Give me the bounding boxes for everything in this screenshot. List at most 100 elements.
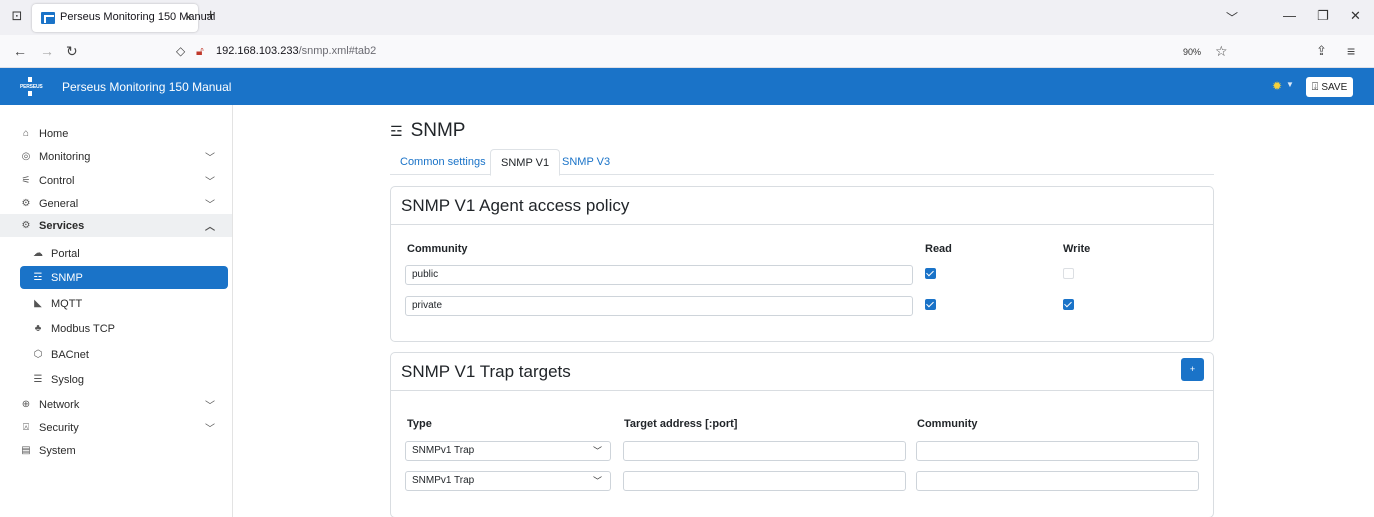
sidebar-item-services[interactable]: ⚙ Services ︿ bbox=[0, 214, 232, 237]
tab-snmp-v1[interactable]: SNMP V1 bbox=[490, 149, 561, 176]
page-title: ☲ SNMP bbox=[390, 120, 466, 141]
sidebar-item-syslog[interactable]: ☰ Syslog bbox=[0, 368, 232, 391]
snmp-icon: ☲ bbox=[33, 272, 43, 283]
system-icon: ▤ bbox=[21, 445, 31, 456]
save-button[interactable]: ⍗ SAVE bbox=[1306, 77, 1353, 97]
sidebar-item-modbus-tcp[interactable]: ♣ Modbus TCP bbox=[0, 317, 232, 340]
browser-tab[interactable]: Perseus Monitoring 150 Manual × bbox=[32, 4, 215, 32]
card-header: SNMP V1 Agent access policy bbox=[391, 187, 1213, 225]
sidebar-item-mqtt[interactable]: ◣ MQTT bbox=[0, 292, 232, 315]
cloud-icon: ☁ bbox=[33, 248, 43, 259]
column-header-community: Community bbox=[407, 243, 468, 255]
theme-caret-icon[interactable]: ▼ bbox=[1286, 80, 1294, 89]
trap-community-input[interactable] bbox=[916, 441, 1199, 461]
trap-community-input[interactable] bbox=[916, 471, 1199, 491]
target-address-input[interactable] bbox=[623, 441, 906, 461]
network-tree-icon: ♣ bbox=[34, 323, 42, 334]
column-header-community: Community bbox=[917, 418, 978, 430]
forward-icon[interactable]: → bbox=[40, 43, 54, 59]
app-title: Perseus Monitoring 150 Manual bbox=[62, 80, 232, 94]
card-title: SNMP V1 Trap targets bbox=[401, 362, 571, 381]
perseus-logo: PERSEUS bbox=[20, 77, 43, 96]
trap-targets-card: SNMP V1 Trap targets + Type Target addre… bbox=[390, 352, 1214, 517]
insecure-lock-icon[interactable]: 🔓︎ bbox=[196, 43, 204, 59]
close-tab-icon[interactable]: × bbox=[185, 10, 192, 24]
restore-icon[interactable]: ❐ bbox=[1317, 8, 1329, 24]
chevron-down-icon: ﹀ bbox=[205, 153, 215, 164]
hexagon-icon: ⬡ bbox=[33, 349, 43, 360]
agent-access-policy-card: SNMP V1 Agent access policy Community Re… bbox=[390, 186, 1214, 342]
list-all-tabs-icon[interactable]: ⊡ bbox=[10, 9, 24, 23]
chevron-up-icon: ︿ bbox=[205, 222, 215, 233]
community-input[interactable]: private bbox=[405, 296, 913, 316]
tab-list-chevron-icon[interactable]: ﹀ bbox=[1226, 9, 1238, 26]
sidebar-item-control[interactable]: ⚟ Control ﹀ bbox=[0, 169, 232, 192]
save-icon: ⍗ bbox=[1311, 80, 1319, 93]
column-header-write: Write bbox=[1063, 243, 1091, 255]
gear-icon: ⚙ bbox=[21, 198, 31, 209]
write-checkbox[interactable] bbox=[1063, 268, 1074, 279]
read-checkbox[interactable] bbox=[925, 299, 936, 310]
control-icon: ⚟ bbox=[21, 175, 31, 186]
sidebar-item-home[interactable]: ⌂ Home bbox=[0, 122, 232, 145]
zoom-level[interactable]: 90% bbox=[1183, 47, 1201, 57]
sidebar-item-monitoring[interactable]: ◎ Monitoring ﹀ bbox=[0, 145, 232, 168]
favicon-icon bbox=[41, 12, 55, 24]
new-tab-button[interactable]: + bbox=[206, 7, 215, 25]
services-icon: ⚙ bbox=[21, 220, 31, 231]
read-checkbox[interactable] bbox=[925, 268, 936, 279]
chevron-down-icon: ﹀ bbox=[592, 476, 602, 486]
browser-tab-strip: ⊡ Perseus Monitoring 150 Manual × + ﹀ — … bbox=[0, 0, 1374, 35]
wifi-icon: ◣ bbox=[34, 298, 42, 309]
sidebar-item-network[interactable]: ⊕ Network ﹀ bbox=[0, 393, 232, 416]
home-icon: ⌂ bbox=[22, 128, 30, 139]
sidebar: ⌂ Home ◎ Monitoring ﹀ ⚟ Control ﹀ ⚙ Gene… bbox=[0, 105, 233, 517]
globe-icon: ⊕ bbox=[21, 399, 31, 410]
chevron-down-icon: ﹀ bbox=[205, 177, 215, 188]
back-icon[interactable]: ← bbox=[13, 43, 27, 59]
trap-type-select[interactable]: SNMPv1 Trap ﹀ bbox=[405, 441, 611, 461]
gauge-icon: ◎ bbox=[21, 151, 31, 162]
bookmark-star-icon[interactable]: ☆ bbox=[1215, 43, 1228, 59]
sidebar-item-system[interactable]: ▤ System bbox=[0, 439, 232, 462]
tab-common-settings[interactable]: Common settings bbox=[390, 149, 496, 175]
target-address-input[interactable] bbox=[623, 471, 906, 491]
card-title: SNMP V1 Agent access policy bbox=[401, 196, 630, 215]
sidebar-item-security[interactable]: ⍓ Security ﹀ bbox=[0, 416, 232, 439]
sidebar-item-snmp[interactable]: ☲ SNMP bbox=[20, 266, 228, 289]
trap-type-select[interactable]: SNMPv1 Trap ﹀ bbox=[405, 471, 611, 491]
list-icon: ☰ bbox=[33, 374, 43, 385]
add-trap-target-button[interactable]: + bbox=[1181, 358, 1204, 381]
browser-nav-bar: ← → ↻ ◇ 🔓︎ 192.168.103.233/snmp.xml#tab2… bbox=[0, 35, 1374, 68]
url-host: 192.168.103.233 bbox=[216, 45, 299, 57]
card-header: SNMP V1 Trap targets + bbox=[391, 353, 1213, 391]
lock-icon: ⍓ bbox=[23, 422, 29, 433]
column-header-target-address: Target address [:port] bbox=[624, 418, 738, 430]
save-label: SAVE bbox=[1321, 81, 1348, 93]
close-window-icon[interactable]: ✕ bbox=[1350, 8, 1361, 24]
chevron-down-icon: ﹀ bbox=[592, 446, 602, 456]
minimize-icon[interactable]: — bbox=[1283, 8, 1296, 23]
browser-tab-title: Perseus Monitoring 150 Manual bbox=[60, 11, 216, 23]
theme-sun-icon[interactable]: ✹ bbox=[1272, 79, 1282, 93]
snmp-icon: ☲ bbox=[390, 122, 403, 139]
chevron-down-icon: ﹀ bbox=[205, 424, 215, 435]
chevron-down-icon: ﹀ bbox=[205, 401, 215, 412]
sidebar-item-bacnet[interactable]: ⬡ BACnet bbox=[0, 343, 232, 366]
write-checkbox[interactable] bbox=[1063, 299, 1074, 310]
chevron-down-icon: ﹀ bbox=[205, 200, 215, 211]
tab-bar: Common settings SNMP V1 SNMP V3 bbox=[390, 149, 1214, 176]
sidebar-item-portal[interactable]: ☁ Portal bbox=[0, 242, 232, 265]
community-input[interactable]: public bbox=[405, 265, 913, 285]
app-header: PERSEUS Perseus Monitoring 150 Manual ✹ … bbox=[0, 68, 1374, 105]
address-bar[interactable]: 192.168.103.233/snmp.xml#tab2 bbox=[216, 45, 376, 57]
shield-icon[interactable]: ◇ bbox=[176, 43, 185, 59]
share-icon[interactable]: ⇪ bbox=[1316, 43, 1327, 59]
sidebar-item-general[interactable]: ⚙ General ﹀ bbox=[0, 192, 232, 215]
tab-snmp-v3[interactable]: SNMP V3 bbox=[552, 149, 620, 175]
reload-icon[interactable]: ↻ bbox=[66, 43, 78, 59]
app-menu-icon[interactable]: ≡ bbox=[1347, 43, 1355, 59]
url-path: /snmp.xml#tab2 bbox=[298, 45, 377, 57]
column-header-type: Type bbox=[407, 418, 432, 430]
column-header-read: Read bbox=[925, 243, 952, 255]
